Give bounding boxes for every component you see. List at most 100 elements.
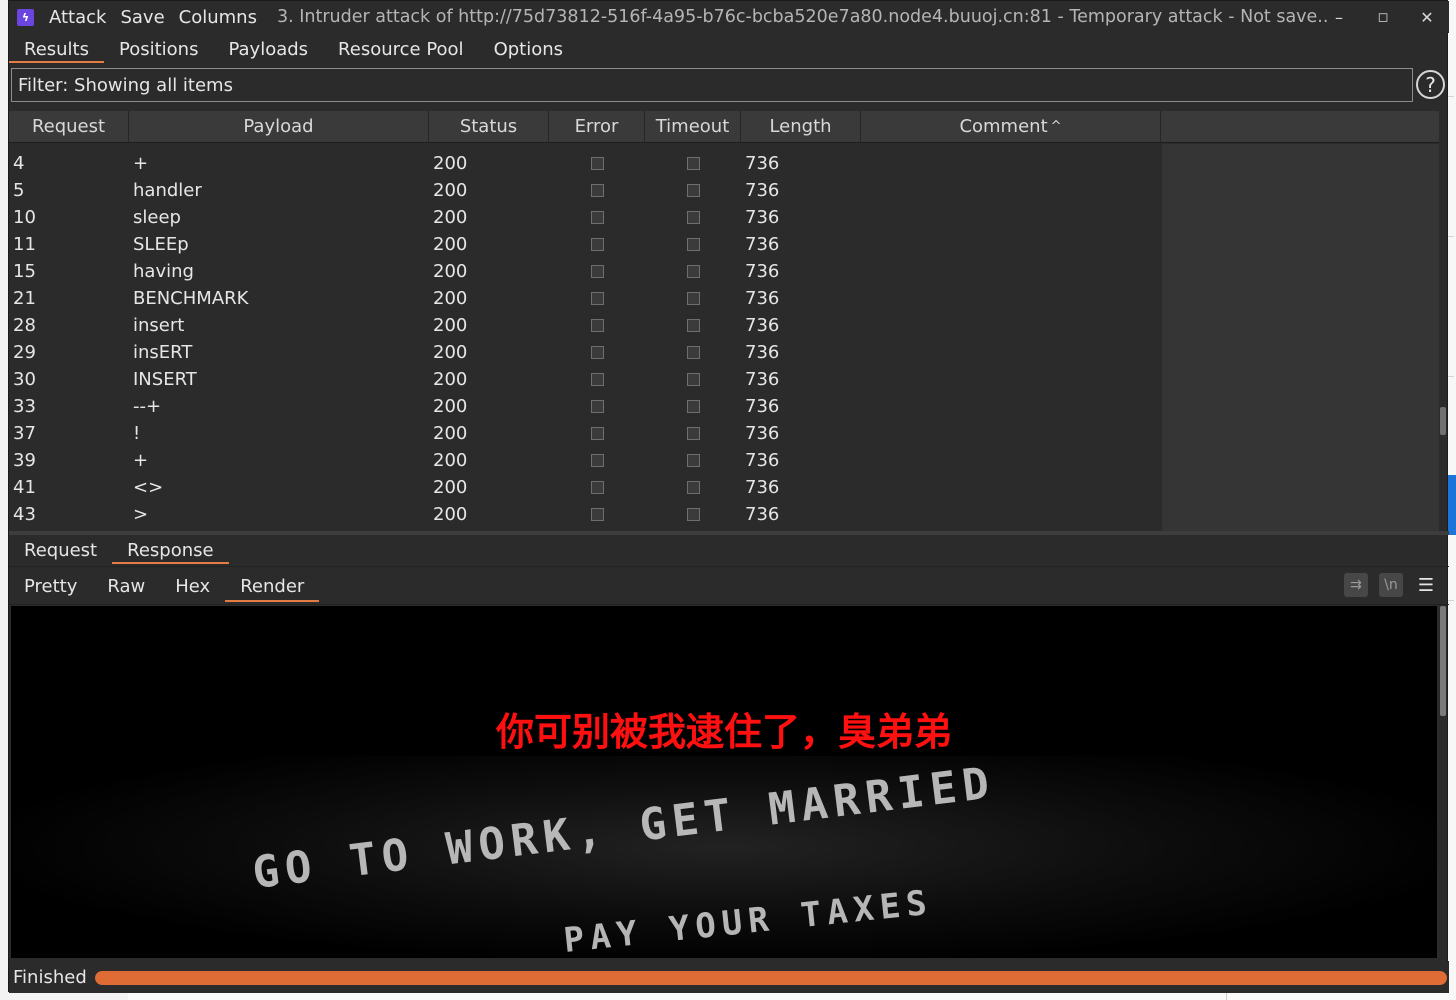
tab-hex[interactable]: Hex bbox=[160, 569, 225, 604]
tab-positions[interactable]: Positions bbox=[104, 33, 213, 65]
cell-length: 736 bbox=[745, 207, 780, 228]
render-scrollbar[interactable] bbox=[1439, 606, 1447, 958]
cell-timeout bbox=[645, 508, 741, 521]
table-row[interactable]: 5 handler 200 736 bbox=[9, 177, 1162, 204]
hamburger-menu-icon[interactable]: ☰ bbox=[1415, 575, 1437, 596]
table-scrollbar[interactable] bbox=[1439, 111, 1447, 531]
tab-payloads[interactable]: Payloads bbox=[213, 33, 323, 65]
render-background-image: GO TO WORK, GET MARRIED PAY YOUR TAXES bbox=[11, 756, 1437, 958]
cell-error bbox=[549, 265, 645, 278]
tab-results[interactable]: Results bbox=[9, 33, 104, 65]
table-row[interactable]: 43 >200 736 bbox=[9, 501, 1162, 528]
timeout-checkbox bbox=[686, 373, 700, 386]
cell-request: 11 bbox=[13, 234, 36, 255]
table-row[interactable]: 29 insERT 200 736 bbox=[9, 339, 1162, 366]
maximize-icon[interactable]: ◻ bbox=[1361, 5, 1405, 29]
column-header-comment[interactable]: Comment ^ bbox=[861, 111, 1161, 142]
error-checkbox bbox=[590, 508, 604, 521]
column-header-length[interactable]: Length bbox=[741, 111, 861, 142]
cell-request: 10 bbox=[13, 207, 36, 228]
menu-attack[interactable]: Attack bbox=[49, 7, 106, 28]
cell-error bbox=[549, 238, 645, 251]
cell-timeout bbox=[645, 265, 741, 278]
cell-error bbox=[549, 319, 645, 332]
status-text: Finished bbox=[13, 966, 87, 988]
cell-payload: insERT bbox=[133, 342, 193, 363]
error-checkbox bbox=[590, 346, 604, 359]
results-table: Request Payload Status Error Timeout Len… bbox=[9, 111, 1439, 531]
cell-payload: insert bbox=[133, 315, 185, 336]
cell-request: 29 bbox=[13, 342, 36, 363]
cell-timeout bbox=[645, 292, 741, 305]
word-wrap-icon[interactable]: ⇉ bbox=[1344, 573, 1368, 597]
render-pane: 你可别被我逮住了，臭弟弟 GO TO WORK, GET MARRIED PAY… bbox=[11, 606, 1437, 958]
timeout-checkbox bbox=[686, 211, 700, 224]
menu-columns[interactable]: Columns bbox=[179, 7, 257, 28]
table-row[interactable]: 10 sleep 200 736 bbox=[9, 204, 1162, 231]
table-row[interactable]: 15 having 200 736 bbox=[9, 258, 1162, 285]
error-checkbox bbox=[590, 319, 604, 332]
cell-payload: <> bbox=[133, 477, 164, 498]
sort-ascending-icon: ^ bbox=[1050, 119, 1062, 134]
cell-length: 736 bbox=[745, 288, 780, 309]
cell-status: 200 bbox=[433, 396, 468, 417]
menu-save[interactable]: Save bbox=[120, 7, 164, 28]
cell-status: 200 bbox=[433, 450, 468, 471]
table-row[interactable]: 30 INSERT 200 736 bbox=[9, 366, 1162, 393]
cell-request: 28 bbox=[13, 315, 36, 336]
cell-length: 736 bbox=[745, 153, 780, 174]
tab-resource-pool[interactable]: Resource Pool bbox=[323, 33, 479, 65]
error-checkbox bbox=[590, 454, 604, 467]
column-header-status[interactable]: Status bbox=[429, 111, 549, 142]
table-row[interactable]: 4 +200 736 bbox=[9, 150, 1162, 177]
tab-response[interactable]: Response bbox=[112, 535, 230, 566]
table-row[interactable]: 41 <> 200 736 bbox=[9, 474, 1162, 501]
table-row[interactable]: 21 BENCHMARK 200 736 bbox=[9, 285, 1162, 312]
tab-request[interactable]: Request bbox=[9, 535, 112, 566]
column-header-payload[interactable]: Payload bbox=[129, 111, 429, 142]
response-view-tabs: Pretty Raw Hex Render bbox=[9, 569, 1449, 605]
show-newlines-icon[interactable]: \n bbox=[1379, 573, 1403, 597]
cell-payload: sleep bbox=[133, 207, 181, 228]
column-header-timeout[interactable]: Timeout bbox=[645, 111, 741, 142]
cell-timeout bbox=[645, 319, 741, 332]
column-header-request[interactable]: Request bbox=[9, 111, 129, 142]
progress-fill bbox=[95, 971, 1447, 985]
cell-length: 736 bbox=[745, 423, 780, 444]
minimize-icon[interactable]: – bbox=[1317, 5, 1361, 29]
column-header-error[interactable]: Error bbox=[549, 111, 645, 142]
filter-bar[interactable]: Filter: Showing all items bbox=[11, 68, 1413, 102]
error-checkbox bbox=[590, 157, 604, 170]
timeout-checkbox bbox=[686, 238, 700, 251]
table-row[interactable]: 39 +200 736 bbox=[9, 447, 1162, 474]
cell-timeout bbox=[645, 454, 741, 467]
cell-payload: + bbox=[133, 450, 149, 471]
close-icon[interactable]: ✕ bbox=[1405, 5, 1449, 29]
timeout-checkbox bbox=[686, 400, 700, 413]
cell-status: 200 bbox=[433, 234, 468, 255]
cell-payload: INSERT bbox=[133, 369, 197, 390]
tab-pretty[interactable]: Pretty bbox=[9, 569, 92, 604]
cell-request: 39 bbox=[13, 450, 36, 471]
table-row[interactable]: 28 insert 200 736 bbox=[9, 312, 1162, 339]
cell-length: 736 bbox=[745, 180, 780, 201]
table-row[interactable]: 33 --+ 200 736 bbox=[9, 393, 1162, 420]
cell-length: 736 bbox=[745, 369, 780, 390]
cell-request: 33 bbox=[13, 396, 36, 417]
help-icon[interactable]: ? bbox=[1416, 70, 1445, 99]
cell-timeout bbox=[645, 238, 741, 251]
tab-render[interactable]: Render bbox=[225, 569, 320, 604]
tab-options[interactable]: Options bbox=[479, 33, 578, 65]
table-row[interactable]: 11 SLEEp 200 736 bbox=[9, 231, 1162, 258]
cell-payload: --+ bbox=[133, 396, 162, 417]
timeout-checkbox bbox=[686, 292, 700, 305]
cell-length: 736 bbox=[745, 504, 780, 525]
table-row[interactable]: 37! 200 736 bbox=[9, 420, 1162, 447]
tab-raw[interactable]: Raw bbox=[92, 569, 160, 604]
stamp-text-line2: PAY YOUR TAXES bbox=[561, 882, 935, 958]
cell-status: 200 bbox=[433, 477, 468, 498]
cell-request: 21 bbox=[13, 288, 36, 309]
cell-request: 30 bbox=[13, 369, 36, 390]
cell-status: 200 bbox=[433, 369, 468, 390]
error-checkbox bbox=[590, 238, 604, 251]
